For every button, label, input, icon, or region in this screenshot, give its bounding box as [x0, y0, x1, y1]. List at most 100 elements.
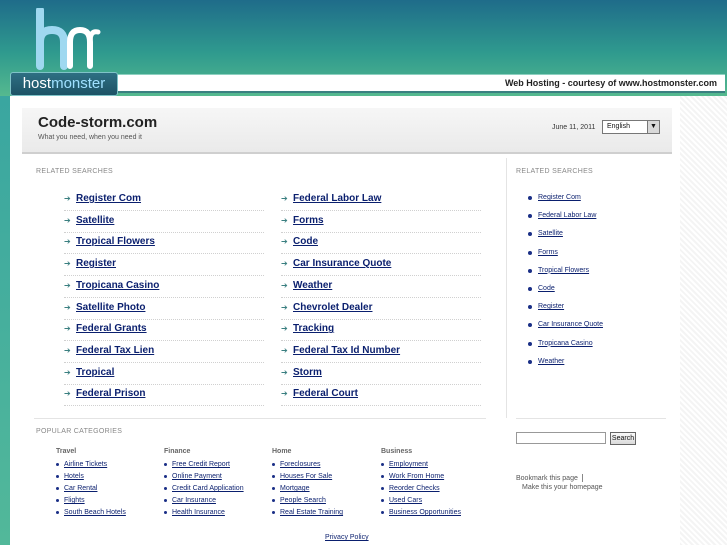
category-label: Hotels: [64, 473, 84, 480]
related-search-link[interactable]: ➔ Federal Court: [281, 384, 481, 407]
related-search-link[interactable]: ➔ Weather: [281, 276, 481, 298]
category-link[interactable]: Business Opportunities: [381, 508, 491, 520]
bullet-icon: [56, 487, 59, 490]
side-related-link[interactable]: Federal Labor Law: [528, 212, 596, 219]
bullet-icon: [164, 487, 167, 490]
category-link[interactable]: Car Rental: [56, 484, 166, 496]
category-label: Credit Card Application: [172, 485, 244, 492]
side-related-label: Federal Labor Law: [538, 212, 597, 220]
category-link[interactable]: Mortgage: [272, 484, 382, 496]
arrow-right-icon: ➔: [64, 324, 71, 334]
category-link[interactable]: Houses For Sale: [272, 472, 382, 484]
side-related-link[interactable]: Tropical Flowers: [528, 267, 589, 274]
date-label: June 11, 2011: [552, 124, 596, 131]
category-link[interactable]: Work From Home: [381, 472, 491, 484]
related-search-link[interactable]: ➔ Federal Prison: [64, 384, 264, 407]
related-search-link[interactable]: ➔ Federal Labor Law: [281, 189, 481, 211]
popular-categories-label: POPULAR CATEGORIES: [36, 428, 123, 435]
related-search-label: Tropical Flowers: [76, 236, 155, 248]
related-search-link[interactable]: ➔ Satellite Photo: [64, 298, 264, 320]
side-related-link[interactable]: Tropicana Casino: [528, 340, 593, 347]
divider: [516, 418, 666, 419]
site-tagline: What you need, when you need it: [38, 134, 142, 141]
category-link[interactable]: Flights: [56, 496, 166, 508]
category-link[interactable]: Online Payment: [164, 472, 274, 484]
logo-wordmark: hostmonster: [10, 72, 118, 96]
category-link[interactable]: Health Insurance: [164, 508, 274, 520]
category-link[interactable]: Used Cars: [381, 496, 491, 508]
related-search-label: Forms: [293, 214, 324, 226]
search-button[interactable]: Search: [610, 432, 636, 445]
related-search-link[interactable]: ➔ Satellite: [64, 211, 264, 233]
bookmark-link[interactable]: Bookmark this page: [516, 474, 583, 482]
language-select[interactable]: English ▼: [602, 120, 660, 134]
chevron-down-icon[interactable]: ▼: [647, 121, 659, 133]
arrow-right-icon: ➔: [64, 345, 71, 355]
divider: [34, 418, 486, 419]
related-search-label: Federal Labor Law: [293, 193, 382, 204]
arrow-right-icon: ➔: [281, 215, 288, 225]
page-content: Code-storm.com What you need, when you n…: [10, 96, 680, 545]
related-search-link[interactable]: ➔ Forms: [281, 211, 481, 233]
related-search-link[interactable]: ➔ Tracking: [281, 319, 481, 342]
bullet-icon: [272, 463, 275, 466]
side-related-link[interactable]: Car Insurance Quote: [528, 321, 603, 328]
arrow-right-icon: ➔: [64, 237, 71, 247]
category-label: Online Payment: [172, 473, 222, 480]
column-divider: [506, 158, 507, 418]
side-related-link[interactable]: Register Com: [528, 194, 581, 201]
side-related-link[interactable]: Register: [528, 303, 564, 310]
related-search-link[interactable]: ➔ Tropical: [64, 363, 264, 385]
related-search-label: Car Insurance Quote: [293, 258, 392, 270]
related-search-link[interactable]: ➔ Tropicana Casino: [64, 276, 264, 298]
hosting-courtesy-bar[interactable]: Web Hosting - courtesy of www.hostmonste…: [118, 74, 725, 92]
related-search-link[interactable]: ➔ Federal Tax Id Number: [281, 341, 481, 363]
category-link[interactable]: Reorder Checks: [381, 484, 491, 496]
hostmonster-logo[interactable]: hostmonster: [10, 8, 118, 96]
category-link[interactable]: Credit Card Application: [164, 484, 274, 496]
related-search-label: Federal Tax Id Number: [293, 344, 401, 356]
arrow-right-icon: ➔: [281, 345, 288, 355]
category-label: Airline Tickets: [64, 461, 108, 468]
related-search-link[interactable]: ➔ Tropical Flowers: [64, 232, 264, 255]
side-related-link[interactable]: Weather: [528, 358, 564, 365]
side-related-link[interactable]: Forms: [528, 249, 558, 256]
category-link[interactable]: Employment: [381, 460, 491, 472]
bullet-icon: [381, 475, 384, 478]
related-search-link[interactable]: ➔ Register: [64, 254, 264, 277]
bullet-icon: [381, 463, 384, 466]
related-search-link[interactable]: ➔ Code: [281, 232, 481, 255]
related-search-link[interactable]: ➔ Federal Tax Lien: [64, 341, 264, 363]
category-title: Finance: [164, 448, 191, 455]
privacy-policy-link[interactable]: Privacy Policy: [325, 534, 369, 541]
related-search-label: Storm: [293, 366, 322, 378]
bullet-icon: [528, 341, 532, 346]
side-related-label: RELATED SEARCHES: [516, 168, 594, 175]
related-search-link[interactable]: ➔ Storm: [281, 363, 481, 385]
bullet-icon: [164, 475, 167, 478]
related-search-label: Federal Court: [293, 388, 359, 400]
related-search-link[interactable]: ➔ Chevrolet Dealer: [281, 298, 481, 320]
category-link[interactable]: Airline Tickets: [56, 460, 166, 472]
category-link[interactable]: Car Insurance: [164, 496, 274, 508]
category-link[interactable]: Foreclosures: [272, 460, 382, 472]
arrow-right-icon: ➔: [64, 389, 71, 399]
category-label: Used Cars: [389, 497, 423, 504]
category-link[interactable]: South Beach Hotels: [56, 508, 166, 520]
related-search-link[interactable]: ➔ Car Insurance Quote: [281, 254, 481, 277]
bullet-icon: [164, 499, 167, 502]
bullet-icon: [528, 214, 532, 219]
category-label: Flights: [64, 497, 85, 504]
category-link[interactable]: Hotels: [56, 472, 166, 484]
category-link[interactable]: Real Estate Training: [272, 508, 382, 520]
side-related-link[interactable]: Satellite: [528, 230, 563, 237]
side-related-link[interactable]: Code: [528, 285, 555, 292]
category-link[interactable]: Free Credit Report: [164, 460, 274, 472]
homepage-link[interactable]: Make this your homepage: [522, 484, 603, 491]
side-related-label: Code: [538, 285, 555, 292]
related-search-link[interactable]: ➔ Register Com: [64, 189, 264, 211]
category-link[interactable]: People Search: [272, 496, 382, 508]
related-search-link[interactable]: ➔ Federal Grants: [64, 319, 264, 342]
bullet-icon: [56, 475, 59, 478]
search-input[interactable]: [516, 432, 606, 444]
